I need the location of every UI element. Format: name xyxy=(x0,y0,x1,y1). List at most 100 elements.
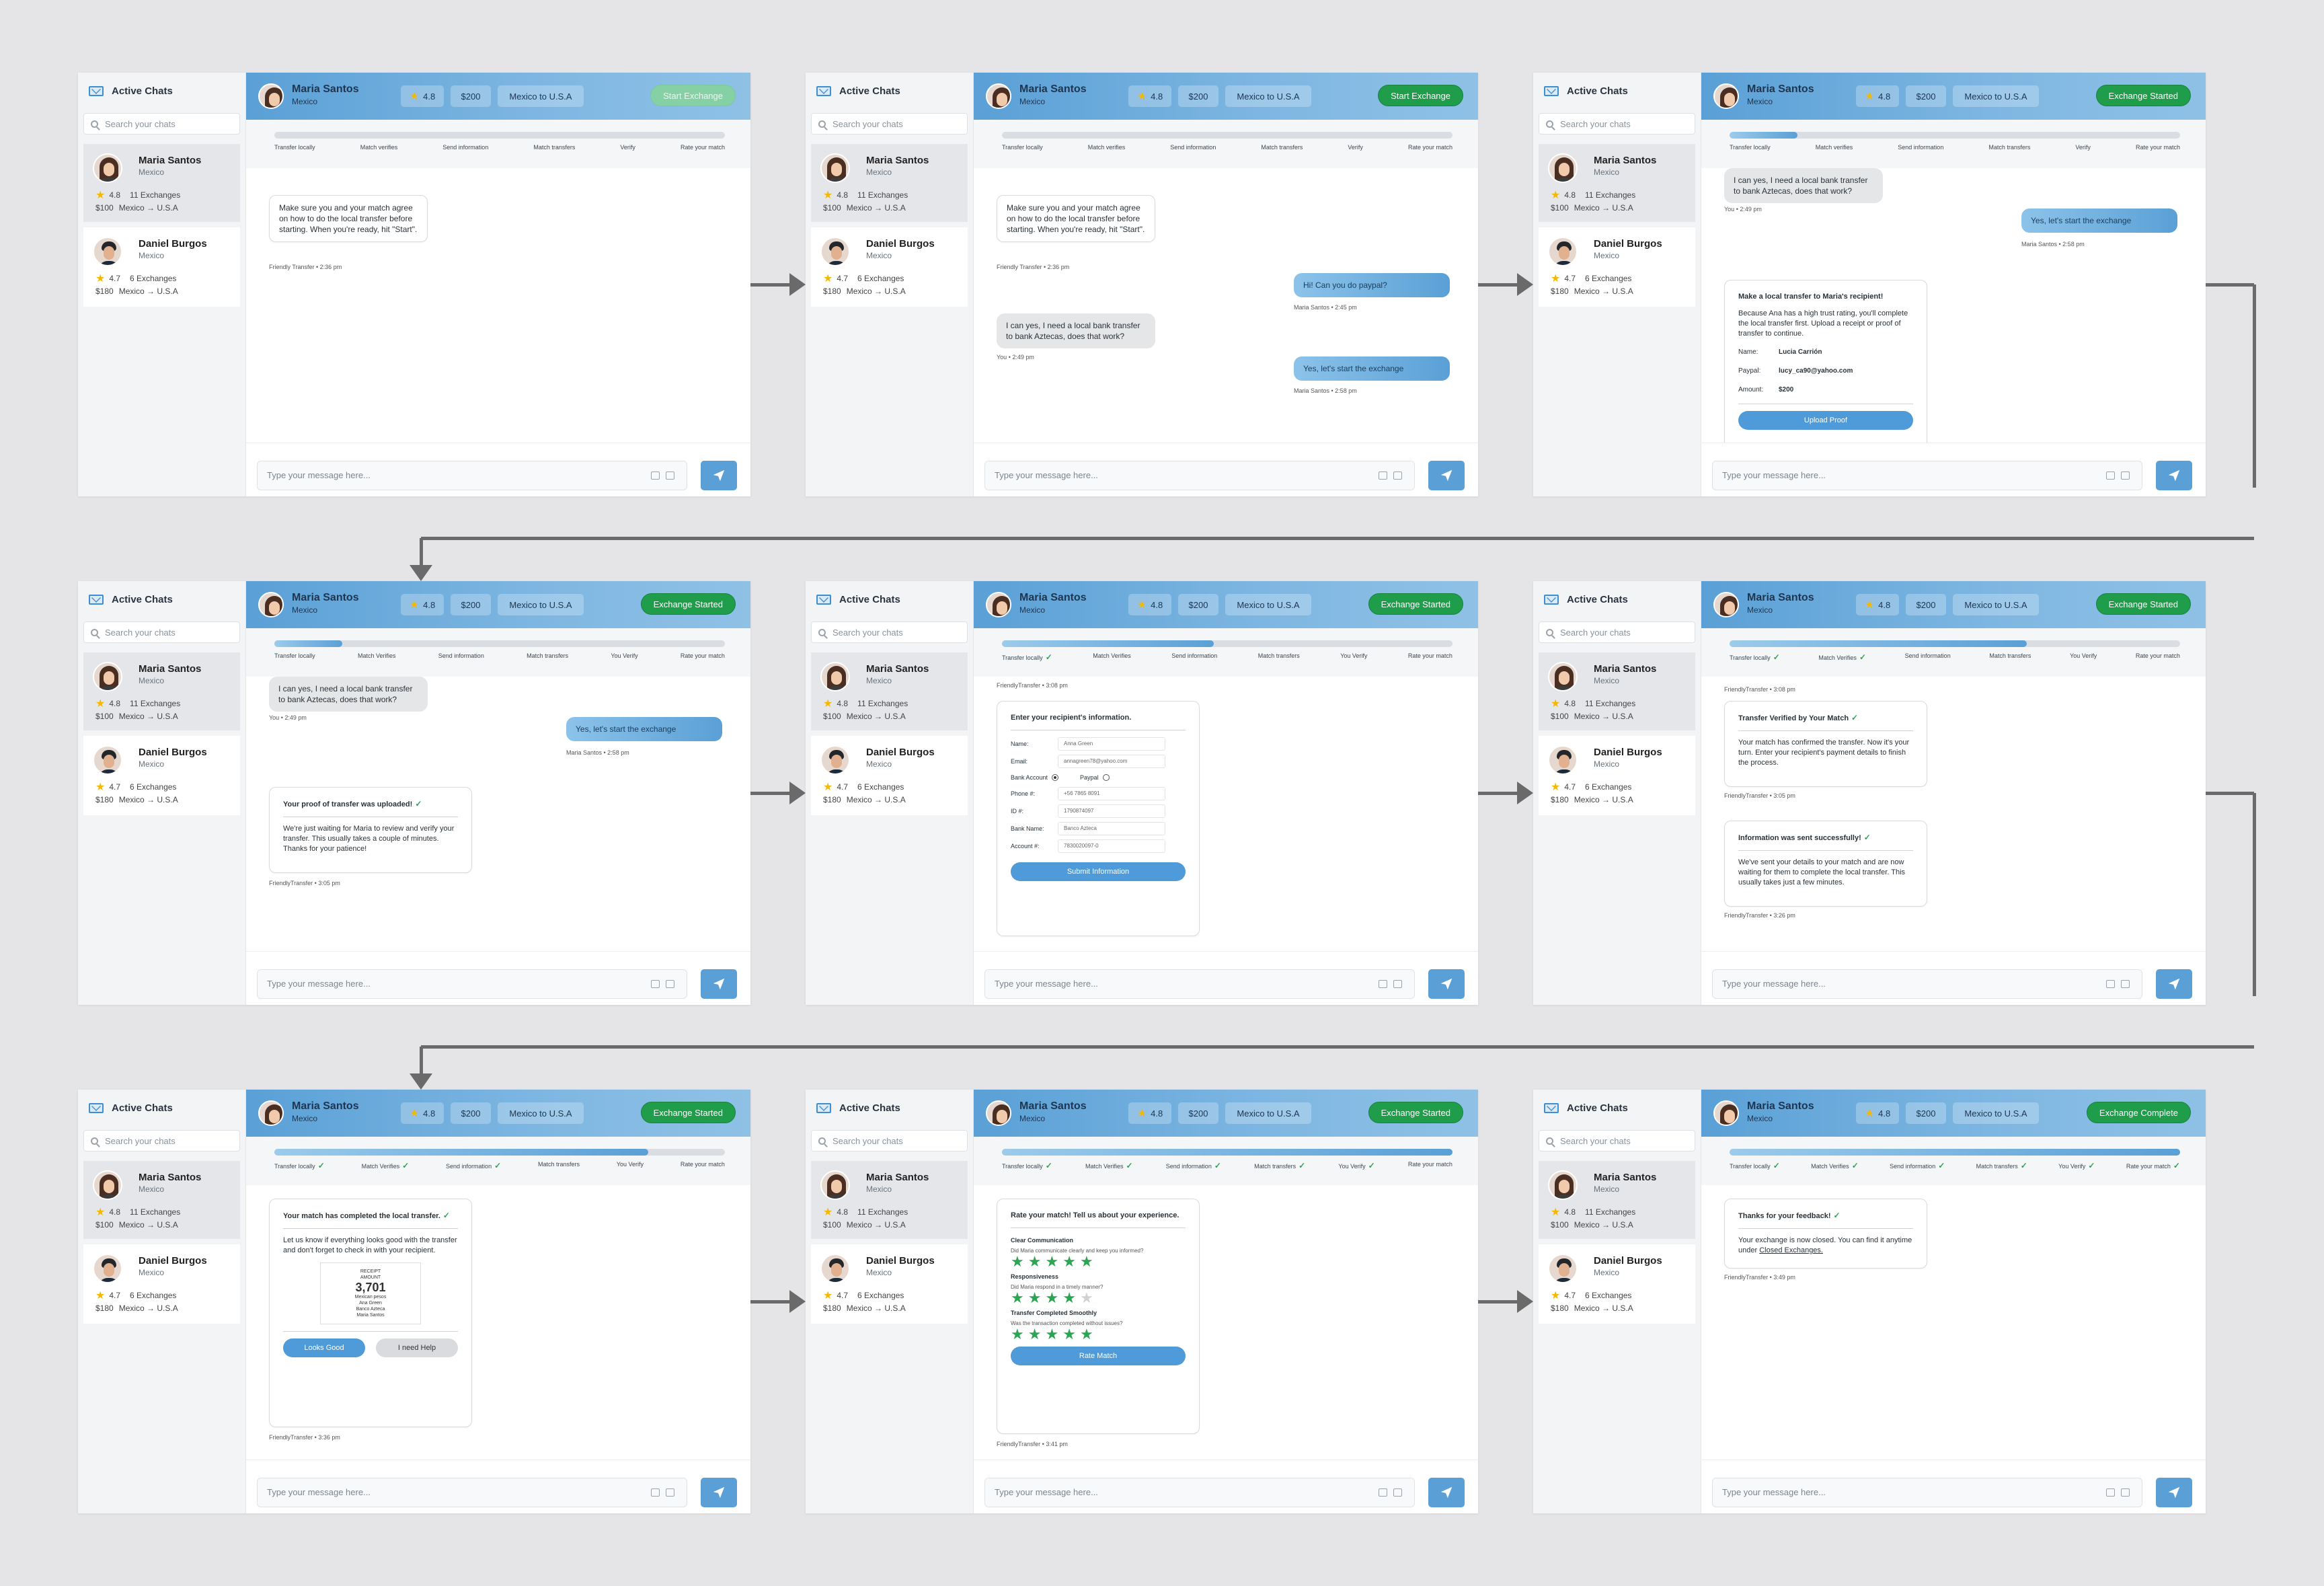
contact-item[interactable]: Maria Santos Mexico ★ 4.8 11 Exchanges $100 Me… xyxy=(83,1161,240,1239)
search-input[interactable]: Search your chats xyxy=(811,113,968,135)
contact-item[interactable]: Maria Santos Mexico ★ 4.8 11 Exchanges $100 Me… xyxy=(83,652,240,730)
send-button[interactable] xyxy=(701,1478,737,1507)
exchange-button[interactable]: Exchange Started xyxy=(640,1102,736,1123)
message-input[interactable]: Type your message here... xyxy=(1712,969,2142,999)
search-input[interactable]: Search your chats xyxy=(811,621,968,643)
star-icon[interactable]: ★ xyxy=(1028,1253,1046,1270)
field-input[interactable]: 7830020097-0 xyxy=(1058,839,1165,853)
star-icon[interactable]: ★ xyxy=(1062,1289,1080,1306)
exchange-button[interactable]: Start Exchange xyxy=(650,85,736,106)
contact-item[interactable]: Maria Santos Mexico ★ 4.8 11 Exchanges $100 Me… xyxy=(1539,1161,1695,1239)
image-icon[interactable] xyxy=(2121,1488,2130,1497)
star-rating[interactable]: ★★★★★ xyxy=(1011,1326,1186,1343)
contact-item[interactable]: Maria Santos Mexico ★ 4.8 11 Exchanges $100 Me… xyxy=(811,652,968,730)
message-input[interactable]: Type your message here... xyxy=(984,969,1415,999)
rate-match-button[interactable]: Rate Match xyxy=(1011,1347,1186,1365)
contact-item[interactable]: Daniel Burgos Mexico ★ 4.7 6 Exchanges $180 Me… xyxy=(811,1244,968,1324)
send-button[interactable] xyxy=(1428,461,1465,490)
star-icon[interactable]: ★ xyxy=(1045,1253,1062,1270)
radio-bank[interactable] xyxy=(1052,774,1059,781)
need-help-button[interactable]: I need Help xyxy=(376,1338,458,1357)
upload-proof-button[interactable]: Upload Proof xyxy=(1738,411,1913,430)
send-button[interactable] xyxy=(2156,1478,2192,1507)
exchange-button[interactable]: Exchange Started xyxy=(640,593,736,615)
exchange-button[interactable]: Exchange Started xyxy=(2095,85,2191,106)
field-input[interactable]: 1790874097 xyxy=(1058,804,1165,818)
search-input[interactable]: Search your chats xyxy=(811,1130,968,1151)
message-input[interactable]: Type your message here... xyxy=(1712,461,2142,490)
image-icon[interactable] xyxy=(1393,1488,1402,1497)
emoji-icon[interactable] xyxy=(1379,471,1387,480)
exchange-button[interactable]: Exchange Started xyxy=(1368,593,1463,615)
exchange-button[interactable]: Exchange Started xyxy=(2095,593,2191,615)
emoji-icon[interactable] xyxy=(651,1488,660,1497)
contact-item[interactable]: Maria Santos Mexico ★ 4.8 11 Exchanges $100 Me… xyxy=(83,144,240,222)
send-button[interactable] xyxy=(2156,969,2192,999)
star-icon[interactable]: ★ xyxy=(1011,1326,1028,1343)
star-icon[interactable]: ★ xyxy=(1045,1326,1062,1343)
send-button[interactable] xyxy=(701,969,737,999)
looks-good-button[interactable]: Looks Good xyxy=(283,1338,365,1357)
exchange-button[interactable]: Exchange Started xyxy=(1368,1102,1463,1123)
send-button[interactable] xyxy=(1428,1478,1465,1507)
search-input[interactable]: Search your chats xyxy=(1539,1130,1695,1151)
contact-item[interactable]: Daniel Burgos Mexico ★ 4.7 6 Exchanges $180 Me… xyxy=(1539,736,1695,815)
image-icon[interactable] xyxy=(1393,980,1402,988)
search-input[interactable]: Search your chats xyxy=(1539,621,1695,643)
field-input[interactable]: +56 7865 8091 xyxy=(1058,787,1165,800)
field-input[interactable]: Anna Green xyxy=(1058,737,1165,751)
exchange-button[interactable]: Start Exchange xyxy=(1378,85,1463,106)
star-icon[interactable]: ★ xyxy=(1028,1289,1046,1306)
message-input[interactable]: Type your message here... xyxy=(257,1478,687,1507)
message-input[interactable]: Type your message here... xyxy=(1712,1478,2142,1507)
search-input[interactable]: Search your chats xyxy=(1539,113,1695,135)
star-icon[interactable]: ★ xyxy=(1028,1326,1046,1343)
contact-item[interactable]: Maria Santos Mexico ★ 4.8 11 Exchanges $100 Me… xyxy=(811,144,968,222)
field-input[interactable]: Banco Azteca xyxy=(1058,822,1165,835)
image-icon[interactable] xyxy=(2121,471,2130,480)
star-rating[interactable]: ★★★★★ xyxy=(1011,1291,1186,1306)
contact-item[interactable]: Maria Santos Mexico ★ 4.8 11 Exchanges $100 Me… xyxy=(1539,144,1695,222)
exchange-button[interactable]: Exchange Complete xyxy=(2086,1102,2191,1123)
message-input[interactable]: Type your message here... xyxy=(257,461,687,490)
image-icon[interactable] xyxy=(1393,471,1402,480)
search-input[interactable]: Search your chats xyxy=(83,113,240,135)
emoji-icon[interactable] xyxy=(651,980,660,988)
radio-paypal[interactable] xyxy=(1102,774,1110,781)
image-icon[interactable] xyxy=(666,471,674,480)
message-input[interactable]: Type your message here... xyxy=(257,969,687,999)
emoji-icon[interactable] xyxy=(2106,980,2115,988)
contact-item[interactable]: Daniel Burgos Mexico ★ 4.7 6 Exchanges $180 Me… xyxy=(811,736,968,815)
send-button[interactable] xyxy=(2156,461,2192,490)
contact-item[interactable]: Daniel Burgos Mexico ★ 4.7 6 Exchanges $180 Me… xyxy=(1539,227,1695,307)
star-icon[interactable]: ★ xyxy=(1080,1326,1097,1343)
contact-item[interactable]: Daniel Burgos Mexico ★ 4.7 6 Exchanges $180 Me… xyxy=(1539,1244,1695,1324)
field-input[interactable]: annagreen78@yahoo.com xyxy=(1058,755,1165,768)
star-icon[interactable]: ★ xyxy=(1045,1289,1062,1306)
image-icon[interactable] xyxy=(666,1488,674,1497)
image-icon[interactable] xyxy=(666,980,674,988)
contact-item[interactable]: Daniel Burgos Mexico ★ 4.7 6 Exchanges $180 Me… xyxy=(83,1244,240,1324)
star-rating[interactable]: ★★★★★ xyxy=(1011,1253,1186,1270)
emoji-icon[interactable] xyxy=(1379,980,1387,988)
emoji-icon[interactable] xyxy=(651,471,660,480)
image-icon[interactable] xyxy=(2121,980,2130,988)
send-button[interactable] xyxy=(1428,969,1465,999)
contact-item[interactable]: Maria Santos Mexico ★ 4.8 11 Exchanges $100 Me… xyxy=(811,1161,968,1239)
send-button[interactable] xyxy=(701,461,737,490)
contact-item[interactable]: Daniel Burgos Mexico ★ 4.7 6 Exchanges $180 Me… xyxy=(83,736,240,815)
star-icon[interactable]: ★ xyxy=(1062,1326,1080,1343)
submit-information-button[interactable]: Submit Information xyxy=(1011,862,1186,881)
message-input[interactable]: Type your message here... xyxy=(984,1478,1415,1507)
emoji-icon[interactable] xyxy=(2106,471,2115,480)
star-icon[interactable]: ★ xyxy=(1062,1253,1080,1270)
emoji-icon[interactable] xyxy=(2106,1488,2115,1497)
contact-item[interactable]: Daniel Burgos Mexico ★ 4.7 6 Exchanges $180 Me… xyxy=(811,227,968,307)
search-input[interactable]: Search your chats xyxy=(83,1130,240,1151)
emoji-icon[interactable] xyxy=(1379,1488,1387,1497)
search-input[interactable]: Search your chats xyxy=(83,621,240,643)
star-icon[interactable]: ★ xyxy=(1080,1253,1097,1270)
contact-item[interactable]: Daniel Burgos Mexico ★ 4.7 6 Exchanges $180 Me… xyxy=(83,227,240,307)
contact-item[interactable]: Maria Santos Mexico ★ 4.8 11 Exchanges $100 Me… xyxy=(1539,652,1695,730)
closed-exchanges-link[interactable]: Closed Exchanges. xyxy=(1759,1246,1823,1254)
